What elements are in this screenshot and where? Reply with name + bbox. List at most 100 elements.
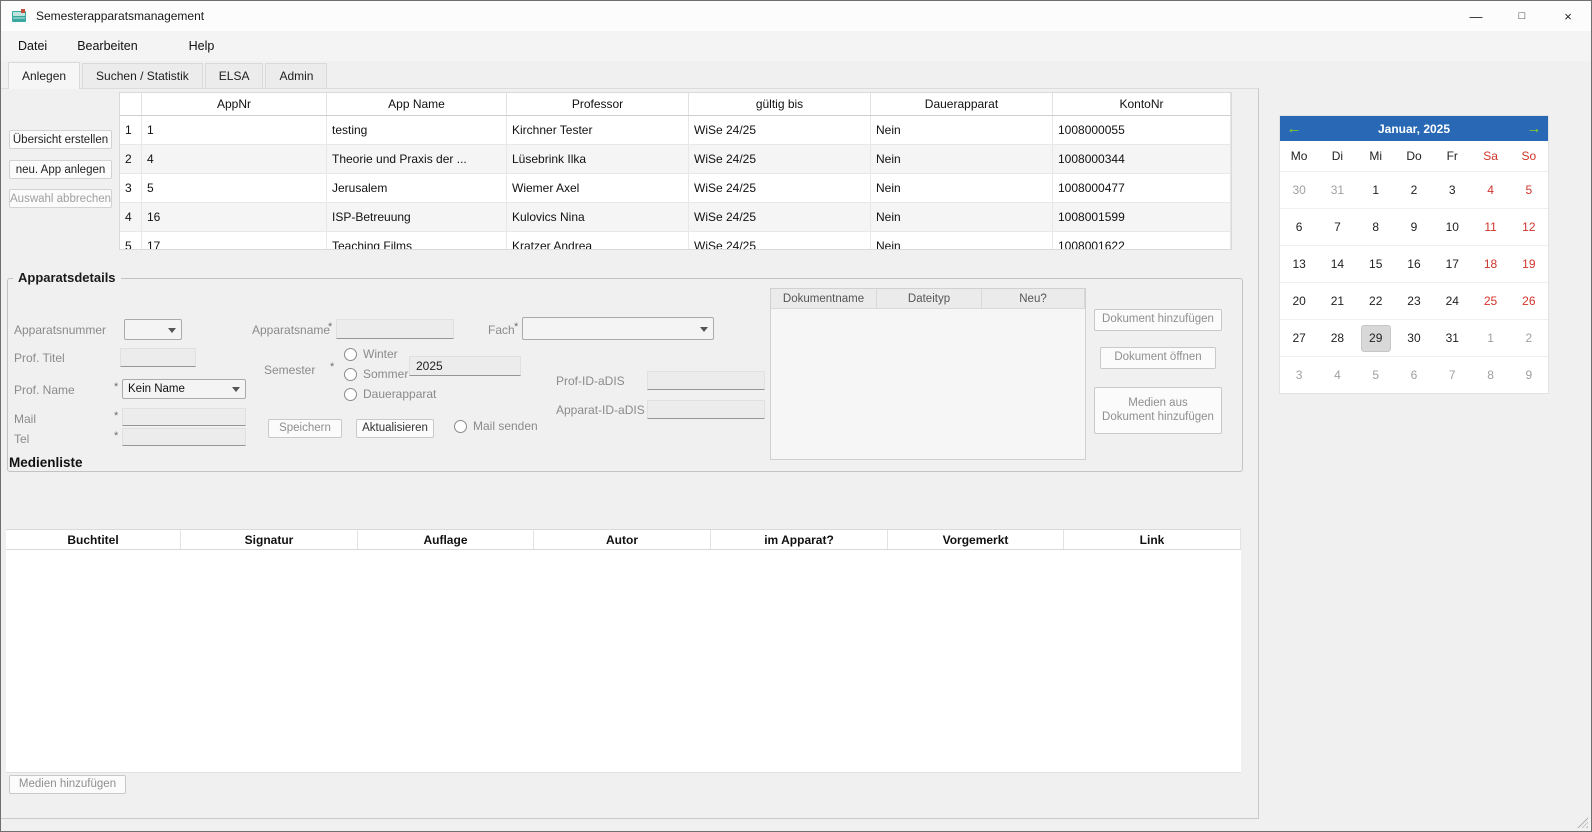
grid-cell[interactable]: testing xyxy=(327,116,507,144)
grid-cell[interactable]: Nein xyxy=(871,232,1053,250)
column-header-dauerapparat[interactable]: Dauerapparat xyxy=(871,93,1053,115)
app-grid-row[interactable]: 24Theorie und Praxis der ...Lüsebrink Il… xyxy=(120,145,1231,174)
calendar-day[interactable]: 9 xyxy=(1510,357,1548,393)
grid-cell[interactable]: Nein xyxy=(871,116,1053,144)
grid-cell[interactable]: Nein xyxy=(871,174,1053,202)
grid-cell[interactable]: WiSe 24/25 xyxy=(689,145,871,173)
app-grid-row[interactable]: 11testingKirchner TesterWiSe 24/25Nein10… xyxy=(120,116,1231,145)
grid-cell[interactable]: Nein xyxy=(871,145,1053,173)
calendar-day[interactable]: 25 xyxy=(1471,283,1509,319)
calendar-day[interactable]: 8 xyxy=(1471,357,1509,393)
column-header-kontonr[interactable]: KontoNr xyxy=(1053,93,1231,115)
row-number-cell[interactable]: 2 xyxy=(120,145,142,173)
column-header-app-name[interactable]: App Name xyxy=(327,93,507,115)
column-header-appnr[interactable]: AppNr xyxy=(142,93,327,115)
menu-item-help[interactable]: Help xyxy=(174,33,230,59)
calendar-day[interactable]: 31 xyxy=(1318,172,1356,208)
calendar-day[interactable]: 9 xyxy=(1395,209,1433,245)
prev-month-button[interactable]: ← xyxy=(1282,116,1306,141)
calendar-day[interactable]: 27 xyxy=(1280,320,1318,356)
app-grid-row[interactable]: 416ISP-BetreuungKulovics NinaWiSe 24/25N… xyxy=(120,203,1231,232)
media-column-buchtitel[interactable]: Buchtitel xyxy=(6,530,181,549)
calendar-day[interactable]: 19 xyxy=(1510,246,1548,282)
grid-cell[interactable]: 1008000055 xyxy=(1053,116,1231,144)
uebersicht-erstellen-button[interactable]: Übersicht erstellen xyxy=(9,130,112,149)
fach-combo[interactable] xyxy=(522,317,714,340)
calendar-day[interactable]: 1 xyxy=(1357,172,1395,208)
media-column-im-apparat[interactable]: im Apparat? xyxy=(711,530,888,549)
mail-senden-checkbox[interactable] xyxy=(454,420,467,433)
grid-cell[interactable]: 1008001599 xyxy=(1053,203,1231,231)
dauerapparat-radio[interactable] xyxy=(344,388,357,401)
grid-cell[interactable]: Nein xyxy=(871,203,1053,231)
calendar-day[interactable]: 17 xyxy=(1433,246,1471,282)
grid-cell[interactable]: 16 xyxy=(142,203,327,231)
grid-cell[interactable]: 1008000344 xyxy=(1053,145,1231,173)
app-grid-row[interactable]: 517Teaching FilmsKratzer AndreaWiSe 24/2… xyxy=(120,232,1231,250)
calendar-day[interactable]: 2 xyxy=(1395,172,1433,208)
media-column-signatur[interactable]: Signatur xyxy=(181,530,358,549)
semester-year-input[interactable] xyxy=(409,356,521,376)
calendar-day[interactable]: 5 xyxy=(1357,357,1395,393)
calendar-day[interactable]: 20 xyxy=(1280,283,1318,319)
calendar-day[interactable]: 15 xyxy=(1357,246,1395,282)
neu-app-anlegen-button[interactable]: neu. App anlegen xyxy=(9,160,112,179)
dokument-hinzufuegen-button[interactable]: Dokument hinzufügen xyxy=(1094,309,1222,331)
winter-radio[interactable] xyxy=(344,348,357,361)
grid-cell[interactable]: WiSe 24/25 xyxy=(689,232,871,250)
calendar-day[interactable]: 21 xyxy=(1318,283,1356,319)
minimize-button[interactable]: — xyxy=(1453,1,1499,31)
column-header-gueltig-bis[interactable]: gültig bis xyxy=(689,93,871,115)
grid-cell[interactable]: 4 xyxy=(142,145,327,173)
row-number-cell[interactable]: 5 xyxy=(120,232,142,250)
calendar-day[interactable]: 2 xyxy=(1510,320,1548,356)
prof-id-adis-input[interactable] xyxy=(647,371,765,390)
grid-cell[interactable]: 17 xyxy=(142,232,327,250)
tab-anlegen[interactable]: Anlegen xyxy=(8,62,80,89)
next-month-button[interactable]: → xyxy=(1522,116,1546,141)
speichern-button[interactable]: Speichern xyxy=(268,419,342,438)
prof-titel-input[interactable] xyxy=(120,348,196,367)
calendar-day[interactable]: 12 xyxy=(1510,209,1548,245)
calendar-day[interactable]: 30 xyxy=(1395,320,1433,356)
calendar-day-selected[interactable]: 29 xyxy=(1357,320,1395,356)
grid-cell[interactable]: 1 xyxy=(142,116,327,144)
calendar-day[interactable]: 4 xyxy=(1318,357,1356,393)
calendar-day[interactable]: 8 xyxy=(1357,209,1395,245)
row-number-cell[interactable]: 1 xyxy=(120,116,142,144)
calendar-day[interactable]: 18 xyxy=(1471,246,1509,282)
menu-item-bearbeiten[interactable]: Bearbeiten xyxy=(62,33,152,59)
tab-admin[interactable]: Admin xyxy=(265,63,327,89)
calendar-day[interactable]: 14 xyxy=(1318,246,1356,282)
grid-cell[interactable]: Kulovics Nina xyxy=(507,203,689,231)
calendar-day[interactable]: 22 xyxy=(1357,283,1395,319)
calendar-day[interactable]: 13 xyxy=(1280,246,1318,282)
calendar-day[interactable]: 7 xyxy=(1433,357,1471,393)
grid-cell[interactable]: Kirchner Tester xyxy=(507,116,689,144)
grid-cell[interactable]: Teaching Films xyxy=(327,232,507,250)
tab-elsa[interactable]: ELSA xyxy=(205,63,264,89)
calendar-day[interactable]: 3 xyxy=(1433,172,1471,208)
apparat-id-adis-input[interactable] xyxy=(647,400,765,419)
aktualisieren-button[interactable]: Aktualisieren xyxy=(356,419,434,438)
row-number-cell[interactable]: 3 xyxy=(120,174,142,202)
apparatsname-input[interactable] xyxy=(336,319,454,339)
grid-cell[interactable]: Lüsebrink Ilka xyxy=(507,145,689,173)
column-header-professor[interactable]: Professor xyxy=(507,93,689,115)
calendar-day[interactable]: 6 xyxy=(1280,209,1318,245)
calendar-day[interactable]: 6 xyxy=(1395,357,1433,393)
calendar-day[interactable]: 16 xyxy=(1395,246,1433,282)
apparatsnummer-combo[interactable] xyxy=(124,319,182,340)
menu-item-datei[interactable]: Datei xyxy=(3,33,62,59)
resize-grip[interactable] xyxy=(1577,817,1588,828)
calendar-day[interactable]: 28 xyxy=(1318,320,1356,356)
calendar-day[interactable]: 5 xyxy=(1510,172,1548,208)
calendar-day[interactable]: 23 xyxy=(1395,283,1433,319)
media-column-link[interactable]: Link xyxy=(1064,530,1241,549)
calendar-day[interactable]: 31 xyxy=(1433,320,1471,356)
calendar-day[interactable]: 3 xyxy=(1280,357,1318,393)
grid-cell[interactable]: 5 xyxy=(142,174,327,202)
media-column-vorgemerkt[interactable]: Vorgemerkt xyxy=(888,530,1064,549)
mail-input[interactable] xyxy=(122,408,246,426)
grid-cell[interactable]: Kratzer Andrea xyxy=(507,232,689,250)
